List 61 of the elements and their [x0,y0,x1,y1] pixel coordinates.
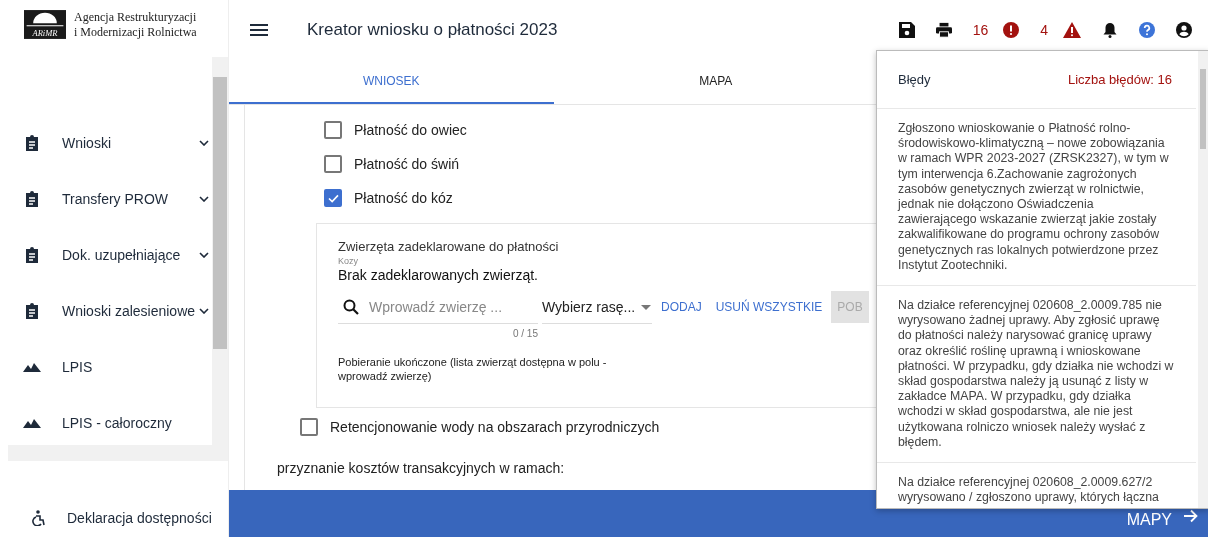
error-icon[interactable] [1003,22,1020,38]
checkbox-option[interactable]: Retencjonowanie wody na obszarach przyrodniczych [245,410,660,444]
checkbox[interactable] [324,189,342,207]
sidebar-item[interactable]: Wnioski [8,115,212,171]
section-title: Zwierzęta zadeklarowane do płatności [338,239,559,254]
search-icon [343,299,359,315]
menu-icon[interactable] [250,24,268,36]
checkbox-option[interactable]: Płatność do owiec [245,113,467,147]
scrollbar[interactable] [1198,51,1208,508]
error-count-label: Liczba błędów: 16 [1067,72,1172,87]
agency-name: Agencja Restrukturyzacji i Modernizacji Rolnictwa [74,10,197,40]
logo-icon: ARiMR [24,10,66,39]
chevron-down-icon [199,308,209,314]
panel-title: Błędy [898,72,931,87]
tab[interactable]: MAPA [553,60,878,104]
sidebar-item[interactable]: Wnioski zalesieniowe [8,283,212,339]
warning-icon[interactable] [1063,22,1081,38]
dropdown-arrow-icon [641,304,652,310]
error-message: Na działce referencyjnej 020608_2.0009.785 nie wyrysowano żadnej uprawy. Aby zgłosić uprawę do płatności należy narysować granicę uprawy oraz określić roślinę uprawną i wnioskowane płatności. W przypadku, gdy działka nie wchodzi w skład gospodarstwa należy ją usunąć z listy w zakładce MAPA. W przypadku, gdy działka wchodzi w skład gospodarstwa, ale nie jest użytkowana rolniczo wniosek należy wysłać z błędem. [877,286,1196,464]
chevron-down-icon [199,140,209,146]
breed-dropdown[interactable]: Wybierz rasę... [542,291,652,324]
clipboard-icon [25,303,39,319]
chevron-down-icon [199,196,209,202]
checkbox[interactable] [324,121,342,139]
account-icon[interactable] [1176,22,1192,38]
add-button[interactable]: DODAJ [656,291,707,323]
checkmark-icon [327,193,339,203]
error-message: Zgłoszono wnioskowanie o Płatność rolno-środowiskowo-klimatyczną – nowe zobowiązania w ramach WPR 2023-2027 (ZRSK2327), w tym w tym interwencja 6.Zachowanie zagrożonych zasobów genetycznych zwierząt w rolnictwie, jednak nie dołączono Oświadczenia zawierającego wskazanie zwierząt jakie zostały zakwalifikowane do programu ochrony zasobów genetycznych ras lokalnych potwierdzone przez Instytut Zootechniki. [877,109,1196,287]
sidebar-item[interactable]: Dok. uzupełniające [8,227,212,283]
scrollbar[interactable] [212,57,228,445]
error-message: Na działce referencyjnej 020608_2.0009.627/2 wyrysowano / zgłoszono uprawy, których łączna [877,463,1196,508]
sidebar-item[interactable]: LPIS - całoroczny [8,395,212,445]
section-subtitle: Kozy [338,256,358,266]
clipboard-icon [25,247,39,263]
checkbox-option[interactable]: Płatność do świń [245,147,460,181]
remove-all-button[interactable]: USUŃ WSZYSTKIE [710,291,828,323]
section-label: przyznanie kosztów transakcyjnych w ramach: [277,460,565,476]
chevron-down-icon [199,252,209,258]
clipboard-icon [25,191,39,207]
character-counter: 0 / 15 [511,328,538,339]
sidebar-item[interactable]: LPIS [8,339,212,395]
bell-icon[interactable] [1102,22,1118,38]
mountain-icon [23,418,41,428]
sidebar-item[interactable]: Transfery PROW [8,171,212,227]
error-count: 16 [972,22,989,38]
accessibility-link[interactable]: Deklaracja dostępności [0,510,228,537]
warning-count: 4 [1040,22,1048,38]
checkbox[interactable] [324,155,342,173]
status-message: Pobieranie ukończone (lista zwierząt dostępna w polu - wprowadź zwierzę) [338,355,608,383]
checkbox[interactable] [300,418,318,436]
page-title: Kreator wniosku o płatności 2023 [307,20,558,40]
checkbox-option[interactable]: Płatność do kóz [245,181,453,215]
help-icon[interactable] [1139,22,1155,38]
mountain-icon [23,362,41,372]
print-icon[interactable] [935,22,952,38]
accessibility-icon [31,510,45,526]
save-icon[interactable] [898,22,915,38]
tab[interactable]: WNIOSEK [229,60,554,104]
empty-message: Brak zadeklarowanych zwierząt. [338,267,538,283]
clipboard-icon [25,135,39,151]
next-button[interactable]: MAPY [1126,509,1208,537]
